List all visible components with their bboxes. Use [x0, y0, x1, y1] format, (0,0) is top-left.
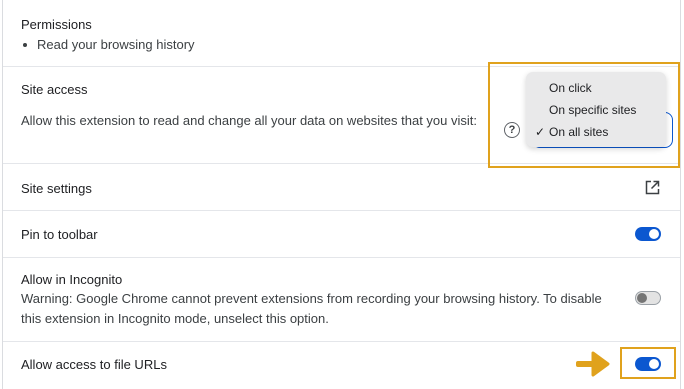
bullet-icon — [23, 42, 27, 47]
site-access-description: Allow this extension to read and change … — [21, 113, 477, 128]
open-in-new-icon[interactable] — [645, 180, 660, 195]
site-access-highlight — [488, 62, 680, 168]
pin-to-toolbar-toggle[interactable] — [635, 227, 661, 241]
incognito-section: Allow in Incognito Warning: Google Chrom… — [3, 258, 680, 342]
pin-to-toolbar-label: Pin to toolbar — [21, 227, 98, 242]
arrow-right-icon — [576, 351, 610, 377]
file-urls-label: Allow access to file URLs — [21, 357, 167, 372]
site-settings-row[interactable]: Site settings — [3, 164, 680, 211]
pin-to-toolbar-row: Pin to toolbar — [3, 211, 680, 258]
extension-details-page: Permissions Read your browsing history S… — [0, 0, 684, 389]
incognito-warning: Warning: Google Chrome cannot prevent ex… — [21, 291, 602, 326]
permissions-section: Permissions Read your browsing history — [3, 0, 680, 67]
file-urls-toggle-highlight — [620, 347, 676, 379]
incognito-label: Allow in Incognito — [21, 272, 123, 287]
toggle-knob — [649, 229, 659, 239]
site-settings-label: Site settings — [21, 181, 92, 196]
incognito-toggle[interactable] — [635, 291, 661, 305]
site-access-title: Site access — [21, 82, 88, 97]
permissions-title: Permissions — [21, 17, 92, 32]
toggle-knob — [637, 293, 647, 303]
permission-item: Read your browsing history — [23, 37, 195, 52]
permission-item-label: Read your browsing history — [37, 37, 195, 52]
